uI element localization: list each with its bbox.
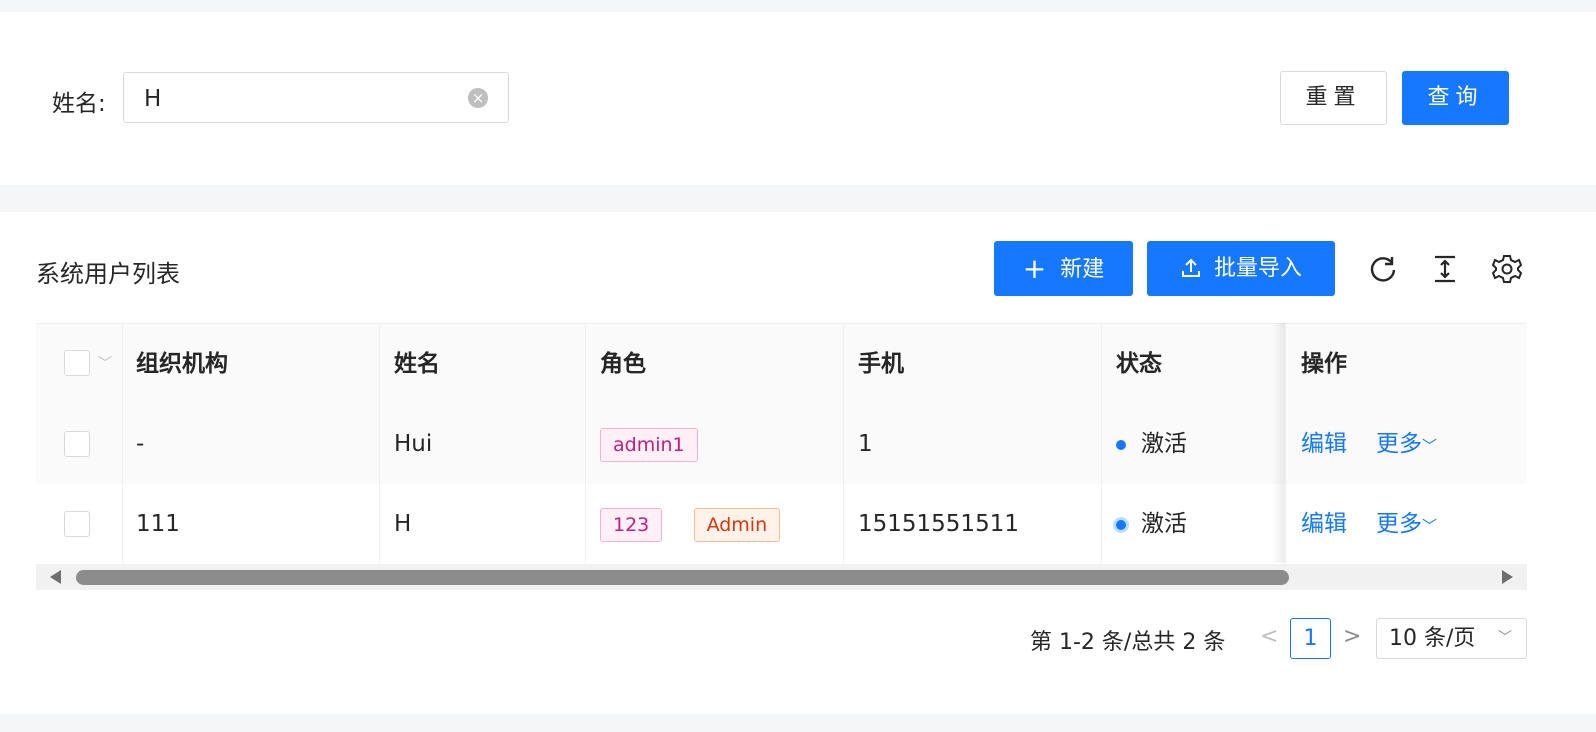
column-header-role[interactable]: 角色 [600, 324, 646, 404]
new-button-label: 新建 [1060, 257, 1105, 282]
role-tag: Admin [693, 507, 781, 542]
column-divider [585, 323, 586, 563]
column-divider [1285, 323, 1286, 563]
edit-link[interactable]: 编辑 [1301, 404, 1347, 484]
select-all-checkbox[interactable] [64, 350, 90, 376]
chevron-down-icon: ﹀ [1422, 517, 1438, 535]
page-1-button[interactable]: 1 [1290, 618, 1331, 659]
column-divider [379, 323, 380, 563]
table-row: - Hui admin1 1 激活 编辑 更多﹀ [36, 404, 1527, 485]
plus-icon: + [1022, 252, 1047, 285]
clear-icon[interactable]: × [468, 88, 488, 108]
new-button[interactable]: + 新建 [994, 241, 1133, 296]
role-tag: admin1 [600, 427, 698, 462]
reset-button[interactable]: 重置 [1280, 71, 1387, 125]
table-header: ﹀ 组织机构 姓名 角色 手机 状态 操作 [36, 323, 1527, 405]
pagination-total: 第 1-2 条/总共 2 条 [1030, 630, 1226, 655]
column-header-phone[interactable]: 手机 [858, 324, 904, 404]
more-label: 更多 [1376, 431, 1422, 457]
batch-import-label: 批量导入 [1213, 256, 1302, 281]
column-height-icon[interactable] [1430, 254, 1460, 284]
query-button[interactable]: 查询 [1402, 71, 1509, 125]
status-text: 激活 [1141, 431, 1187, 457]
more-label: 更多 [1376, 511, 1422, 537]
scroll-right-icon[interactable] [1502, 570, 1513, 584]
status-cell: 激活 [1116, 484, 1187, 564]
chevron-down-icon: ﹀ [1422, 437, 1438, 455]
role-tag: 123 [600, 507, 663, 542]
name-cell: H [394, 511, 412, 537]
more-dropdown[interactable]: 更多﹀ [1376, 404, 1437, 484]
phone-cell: 15151551511 [858, 511, 1019, 537]
setting-icon[interactable] [1492, 254, 1522, 284]
column-divider [843, 323, 844, 563]
fixed-column-shadow [1272, 323, 1286, 563]
page-size-value: 10 条/页 [1389, 626, 1476, 651]
role-cell: 123 Admin [600, 484, 781, 564]
column-header-status[interactable]: 状态 [1116, 324, 1162, 404]
status-cell: 激活 [1116, 404, 1187, 484]
prev-page-icon[interactable]: < [1260, 624, 1278, 649]
status-dot-icon [1116, 439, 1126, 450]
batch-import-button[interactable]: 批量导入 [1147, 241, 1335, 296]
scrollbar-thumb[interactable] [76, 570, 1289, 585]
select-dropdown-chevron-icon[interactable]: ﹀ [98, 324, 112, 404]
more-dropdown[interactable]: 更多﹀ [1376, 484, 1437, 564]
next-page-icon[interactable]: > [1343, 624, 1361, 649]
scroll-left-icon[interactable] [50, 570, 61, 584]
row-checkbox[interactable] [64, 431, 90, 457]
column-header-actions: 操作 [1301, 351, 1347, 377]
org-cell: 111 [136, 511, 180, 537]
row-checkbox[interactable] [64, 511, 90, 537]
reload-icon[interactable] [1368, 254, 1398, 284]
phone-cell: 1 [858, 431, 873, 457]
name-cell: Hui [394, 431, 433, 457]
role-cell: admin1 [600, 404, 698, 484]
org-cell: - [136, 431, 145, 457]
name-search-input[interactable]: H × [123, 72, 509, 123]
page-size-select[interactable]: 10 条/页 ﹀ [1376, 618, 1527, 659]
column-divider [1101, 323, 1102, 563]
column-divider [122, 323, 123, 563]
upload-icon [1181, 258, 1200, 277]
horizontal-scrollbar[interactable] [36, 564, 1527, 590]
chevron-down-icon: ﹀ [1498, 630, 1512, 646]
edit-link[interactable]: 编辑 [1301, 484, 1347, 564]
status-text: 激活 [1141, 511, 1187, 537]
table-row: 111 H 123 Admin 15151551511 激活 编辑 更多﹀ [36, 484, 1527, 565]
status-dot-icon [1116, 519, 1126, 530]
column-header-name[interactable]: 姓名 [394, 324, 440, 404]
list-title: 系统用户列表 [36, 260, 180, 288]
name-input-value: H [144, 86, 162, 112]
name-label: 姓名: [52, 91, 106, 117]
column-header-org[interactable]: 组织机构 [136, 324, 228, 404]
